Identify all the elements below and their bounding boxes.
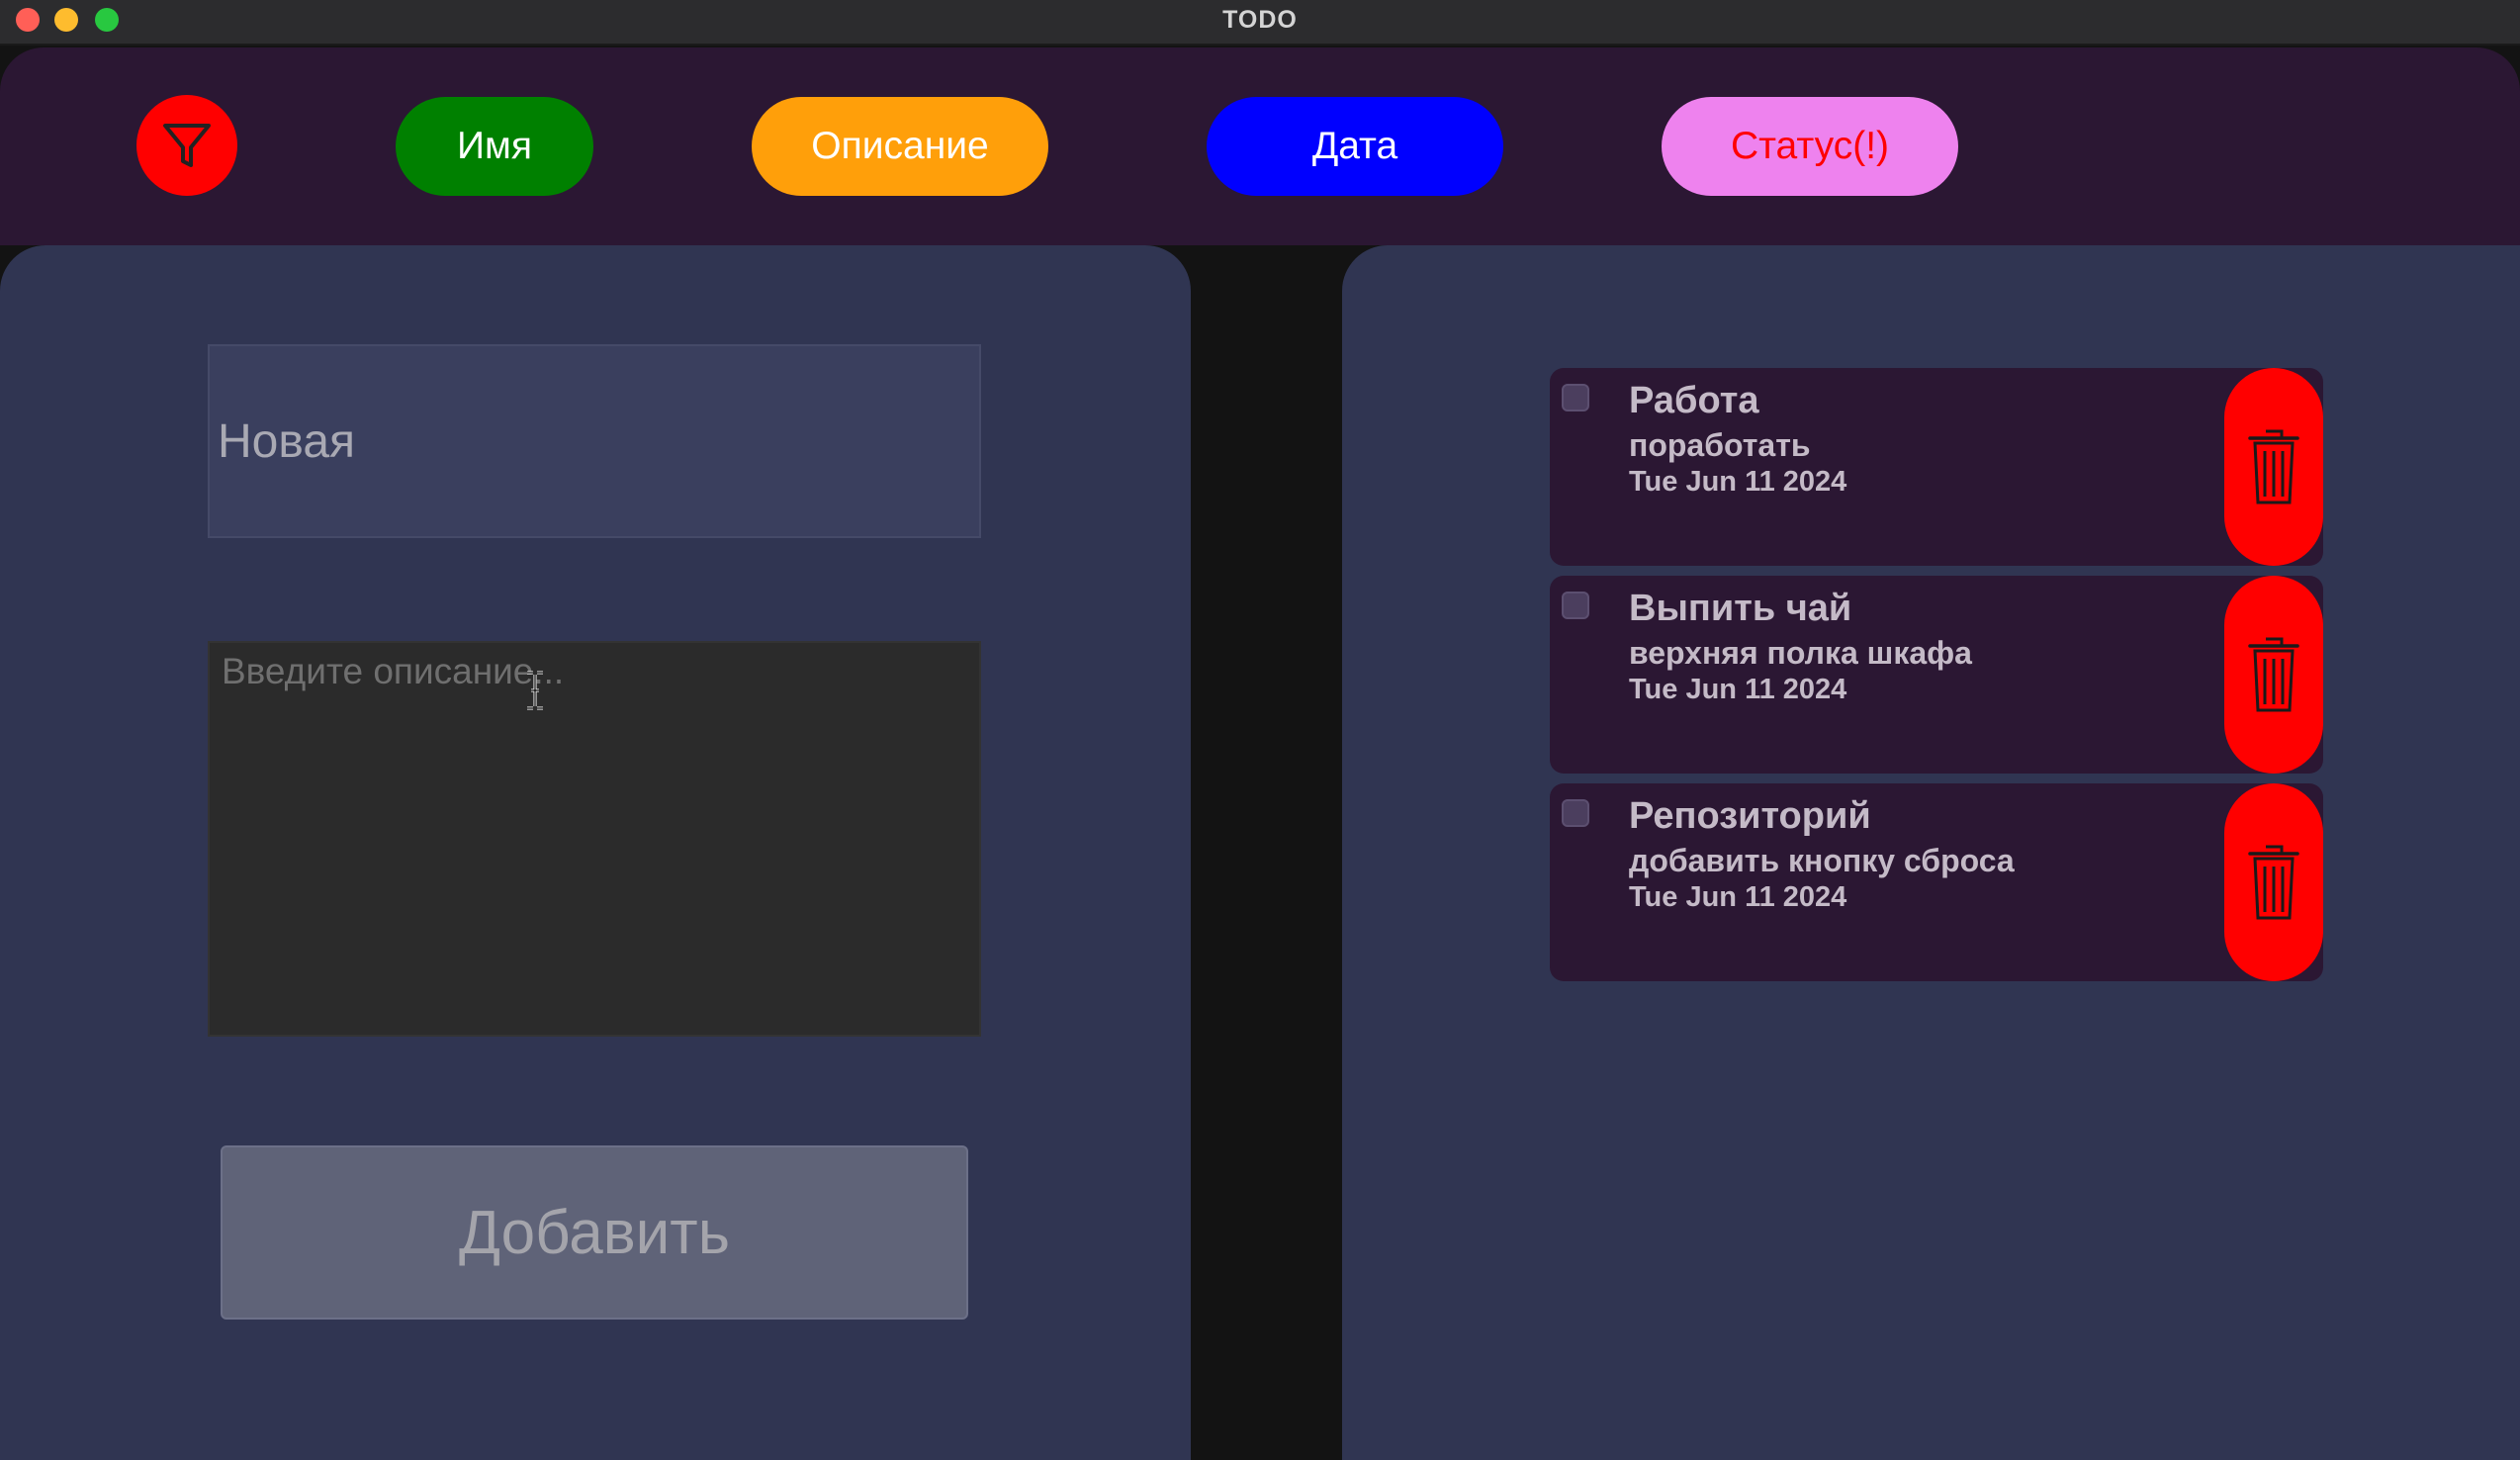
- filter-button[interactable]: [136, 95, 237, 196]
- todo-description: верхняя полка шкафа: [1629, 635, 1972, 671]
- sort-by-date-button[interactable]: Дата: [1207, 97, 1503, 196]
- trash-icon: [2248, 429, 2299, 504]
- trash-icon: [2248, 845, 2299, 920]
- todo-item: Выпить чай верхняя полка шкафа Tue Jun 1…: [1550, 576, 2323, 774]
- sort-by-status-button[interactable]: Статус(!): [1662, 97, 1958, 196]
- trash-icon: [2248, 637, 2299, 712]
- window-title: TODO: [1222, 6, 1298, 34]
- text-cursor-icon: [527, 671, 543, 710]
- delete-todo-button[interactable]: [2224, 576, 2323, 774]
- todo-name-input[interactable]: [208, 344, 981, 538]
- todo-date: Tue Jun 11 2024: [1629, 674, 1847, 705]
- todo-date: Tue Jun 11 2024: [1629, 881, 1847, 913]
- todo-title: Выпить чай: [1629, 588, 1852, 629]
- sort-by-description-button[interactable]: Описание: [752, 97, 1048, 196]
- filter-icon: [163, 124, 211, 167]
- add-todo-button[interactable]: Добавить: [221, 1145, 968, 1320]
- todo-title: Работа: [1629, 380, 1759, 421]
- todo-title: Репозиторий: [1629, 795, 1871, 837]
- delete-todo-button[interactable]: [2224, 368, 2323, 566]
- sort-toolbar: Имя Описание Дата Статус(!): [0, 47, 2520, 245]
- new-todo-panel: Добавить: [0, 245, 1191, 1460]
- title-bar: TODO: [0, 0, 2520, 46]
- todo-done-checkbox[interactable]: [1562, 592, 1589, 619]
- todo-date: Tue Jun 11 2024: [1629, 466, 1847, 498]
- todo-item: Работа поработать Tue Jun 11 2024: [1550, 368, 2323, 566]
- todo-done-checkbox[interactable]: [1562, 799, 1589, 827]
- todo-done-checkbox[interactable]: [1562, 384, 1589, 411]
- todo-list-panel: Работа поработать Tue Jun 11 2024 Выпить…: [1342, 245, 2520, 1460]
- todo-description-input[interactable]: [208, 641, 981, 1037]
- delete-todo-button[interactable]: [2224, 783, 2323, 981]
- sort-by-name-button[interactable]: Имя: [396, 97, 593, 196]
- todo-description: добавить кнопку сброса: [1629, 843, 2015, 878]
- todo-item: Репозиторий добавить кнопку сброса Tue J…: [1550, 783, 2323, 981]
- todo-list: Работа поработать Tue Jun 11 2024 Выпить…: [1550, 368, 2323, 991]
- todo-description: поработать: [1629, 427, 1811, 463]
